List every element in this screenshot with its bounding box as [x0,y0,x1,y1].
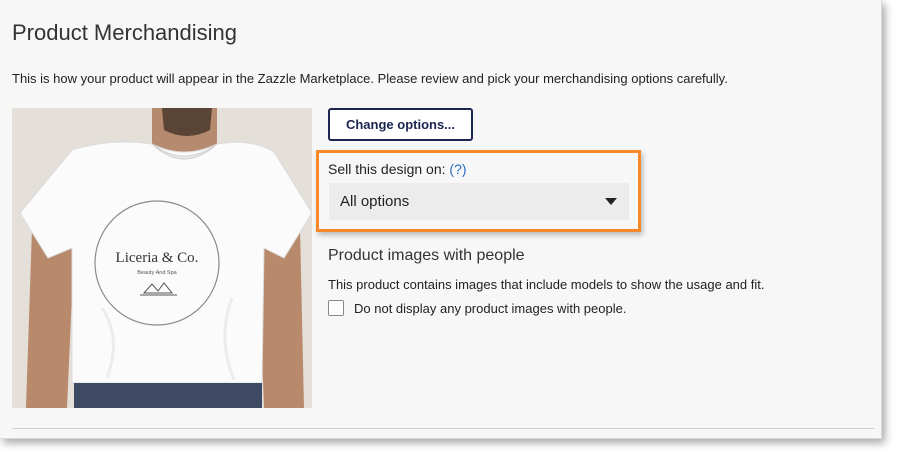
help-link[interactable]: (?) [449,161,466,177]
intro-text: This is how your product will appear in … [12,71,728,86]
merchandising-panel: Product Merchandising This is how your p… [0,0,882,439]
people-images-description: This product contains images that includ… [328,277,765,292]
logo-text: Liceria & Co. [116,250,199,266]
change-options-button[interactable]: Change options... [328,108,473,141]
sell-on-label: Sell this design on: [328,161,446,177]
hide-people-images-checkbox[interactable] [328,300,344,316]
sell-on-selected-value: All options [340,193,410,210]
sell-on-select[interactable]: All options [329,183,629,220]
logo-subtext: Beauty And Spa [137,270,177,276]
tshirt-model-illustration: Liceria & Co. Beauty And Spa [12,108,312,408]
section-divider [12,428,874,429]
product-image: Liceria & Co. Beauty And Spa [12,108,312,408]
hide-people-images-label[interactable]: Do not display any product images with p… [354,301,626,316]
caret-down-icon [605,198,617,205]
people-images-heading: Product images with people [328,247,525,264]
page-title: Product Merchandising [12,20,238,45]
sell-on-label-row: Sell this design on: (?) [328,161,467,177]
